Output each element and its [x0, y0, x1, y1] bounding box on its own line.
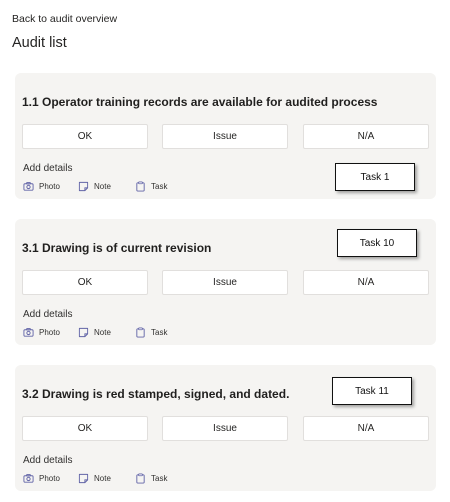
task-action[interactable]: Task	[135, 327, 167, 338]
photo-action[interactable]: Photo	[23, 181, 60, 192]
photo-label: Photo	[39, 328, 60, 337]
add-details-label: Add details	[23, 163, 73, 174]
ok-button[interactable]: OK	[22, 270, 148, 295]
audit-item-title: 3.2 Drawing is red stamped, signed, and …	[22, 387, 290, 401]
note-action[interactable]: Note	[78, 181, 111, 192]
clipboard-icon	[135, 473, 146, 484]
ok-button[interactable]: OK	[22, 416, 148, 441]
note-label: Note	[94, 328, 111, 337]
note-label: Note	[94, 182, 111, 191]
task-label: Task	[151, 328, 168, 337]
page-title: Audit list	[12, 35, 67, 51]
task-action[interactable]: Task	[135, 473, 167, 484]
issue-button[interactable]: Issue	[162, 124, 288, 149]
note-icon	[78, 473, 89, 484]
photo-action[interactable]: Photo	[23, 327, 60, 338]
task-badge[interactable]: Task 1	[335, 163, 415, 191]
clipboard-icon	[135, 327, 146, 338]
ok-button[interactable]: OK	[22, 124, 148, 149]
note-action[interactable]: Note	[78, 327, 111, 338]
task-badge[interactable]: Task 10	[337, 229, 417, 257]
photo-label: Photo	[39, 182, 60, 191]
task-action[interactable]: Task	[135, 181, 167, 192]
photo-label: Photo	[39, 474, 60, 483]
photo-action[interactable]: Photo	[23, 473, 60, 484]
note-action[interactable]: Note	[78, 473, 111, 484]
add-details-label: Add details	[23, 455, 73, 466]
na-button[interactable]: N/A	[303, 270, 429, 295]
camera-icon	[23, 181, 34, 192]
audit-item-card: 1.1 Operator training records are availa…	[15, 73, 436, 199]
na-button[interactable]: N/A	[303, 124, 429, 149]
audit-item-title: 1.1 Operator training records are availa…	[22, 95, 378, 109]
back-to-audit-overview-link[interactable]: Back to audit overview	[12, 13, 117, 25]
task-badge[interactable]: Task 11	[332, 377, 412, 405]
add-details-label: Add details	[23, 309, 73, 320]
issue-button[interactable]: Issue	[162, 416, 288, 441]
task-label: Task	[151, 474, 168, 483]
note-icon	[78, 181, 89, 192]
issue-button[interactable]: Issue	[162, 270, 288, 295]
note-icon	[78, 327, 89, 338]
audit-item-card: 3.2 Drawing is red stamped, signed, and …	[15, 365, 436, 491]
audit-item-title: 3.1 Drawing is of current revision	[22, 241, 212, 255]
camera-icon	[23, 473, 34, 484]
note-label: Note	[94, 474, 111, 483]
clipboard-icon	[135, 181, 146, 192]
camera-icon	[23, 327, 34, 338]
na-button[interactable]: N/A	[303, 416, 429, 441]
task-label: Task	[151, 182, 168, 191]
audit-item-card: 3.1 Drawing is of current revision Task …	[15, 219, 436, 345]
